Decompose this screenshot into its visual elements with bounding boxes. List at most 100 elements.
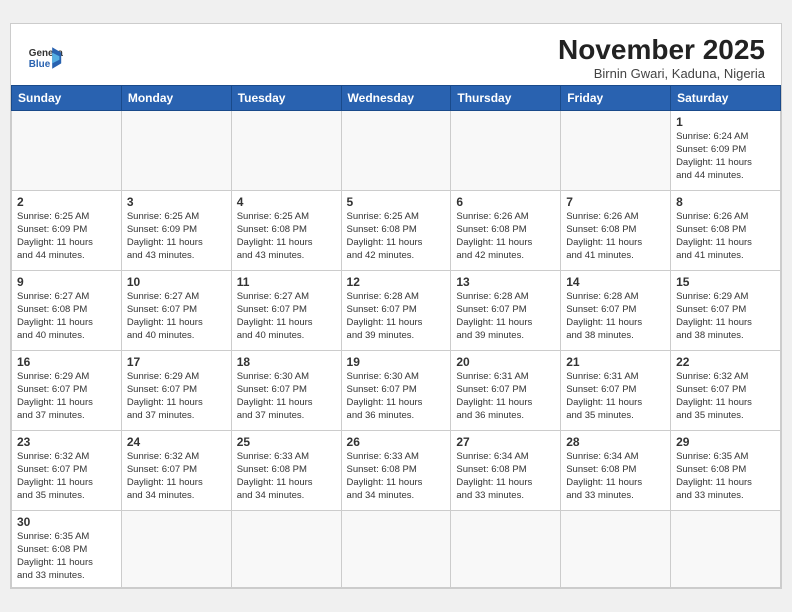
table-row: 10Sunrise: 6:27 AMSunset: 6:07 PMDayligh…	[121, 271, 231, 351]
day-info: Sunrise: 6:32 AMSunset: 6:07 PMDaylight:…	[127, 451, 226, 502]
calendar-row: 9Sunrise: 6:27 AMSunset: 6:08 PMDaylight…	[12, 271, 781, 351]
day-info: Sunrise: 6:26 AMSunset: 6:08 PMDaylight:…	[566, 211, 665, 262]
day-info: Sunrise: 6:35 AMSunset: 6:08 PMDaylight:…	[676, 451, 775, 502]
day-info: Sunrise: 6:25 AMSunset: 6:08 PMDaylight:…	[237, 211, 336, 262]
day-number: 13	[456, 275, 555, 289]
day-info: Sunrise: 6:27 AMSunset: 6:07 PMDaylight:…	[237, 291, 336, 342]
table-row	[451, 511, 561, 587]
header-tuesday: Tuesday	[231, 86, 341, 111]
day-number: 30	[17, 515, 116, 529]
table-row	[341, 511, 451, 587]
table-row: 27 Sunrise: 6:34 AMSunset: 6:08 PMDayligh…	[451, 431, 561, 511]
weekday-header-row: Sunday Monday Tuesday Wednesday Thursday…	[12, 86, 781, 111]
day-info: Sunrise: 6:25 AMSunset: 6:09 PMDaylight:…	[17, 211, 116, 262]
day-info: Sunrise: 6:33 AMSunset: 6:08 PMDaylight:…	[237, 451, 336, 502]
day-number: 4	[237, 195, 336, 209]
calendar-row: 30 Sunrise: 6:35 AMSunset: 6:08 PMDayligh…	[12, 511, 781, 587]
table-row	[231, 111, 341, 191]
calendar-container: General Blue November 2025 Birnin Gwari,…	[10, 23, 782, 588]
calendar-body: 1 Sunrise: 6:24 AMSunset: 6:09 PMDaylight…	[12, 111, 781, 587]
day-number: 26	[347, 435, 446, 449]
day-number: 16	[17, 355, 116, 369]
day-info: Sunrise: 6:28 AMSunset: 6:07 PMDaylight:…	[566, 291, 665, 342]
day-number: 1	[676, 115, 775, 129]
header-monday: Monday	[121, 86, 231, 111]
day-info: Sunrise: 6:30 AMSunset: 6:07 PMDaylight:…	[347, 371, 446, 422]
day-info: Sunrise: 6:26 AMSunset: 6:08 PMDaylight:…	[676, 211, 775, 262]
day-info: Sunrise: 6:31 AMSunset: 6:07 PMDaylight:…	[456, 371, 555, 422]
day-number: 22	[676, 355, 775, 369]
table-row: 3Sunrise: 6:25 AMSunset: 6:09 PMDaylight…	[121, 191, 231, 271]
day-info: Sunrise: 6:28 AMSunset: 6:07 PMDaylight:…	[347, 291, 446, 342]
day-number: 14	[566, 275, 665, 289]
day-info: Sunrise: 6:24 AMSunset: 6:09 PMDaylight:…	[676, 131, 775, 182]
table-row: 9Sunrise: 6:27 AMSunset: 6:08 PMDaylight…	[12, 271, 122, 351]
day-number: 15	[676, 275, 775, 289]
table-row: 18 Sunrise: 6:30 AMSunset: 6:07 PMDayligh…	[231, 351, 341, 431]
table-row	[561, 111, 671, 191]
table-row: 4 Sunrise: 6:25 AMSunset: 6:08 PMDaylight…	[231, 191, 341, 271]
table-row	[231, 511, 341, 587]
table-row: 19 Sunrise: 6:30 AMSunset: 6:07 PMDayligh…	[341, 351, 451, 431]
table-row	[671, 511, 781, 587]
calendar-row: 23 Sunrise: 6:32 AMSunset: 6:07 PMDayligh…	[12, 431, 781, 511]
table-row: 15 Sunrise: 6:29 AMSunset: 6:07 PMDayligh…	[671, 271, 781, 351]
day-info: Sunrise: 6:34 AMSunset: 6:08 PMDaylight:…	[566, 451, 665, 502]
day-number: 5	[347, 195, 446, 209]
day-info: Sunrise: 6:26 AMSunset: 6:08 PMDaylight:…	[456, 211, 555, 262]
table-row	[451, 111, 561, 191]
table-row	[341, 111, 451, 191]
table-row: 12Sunrise: 6:28 AMSunset: 6:07 PMDayligh…	[341, 271, 451, 351]
header-saturday: Saturday	[671, 86, 781, 111]
calendar-table: Sunday Monday Tuesday Wednesday Thursday…	[11, 85, 781, 587]
calendar-row: 1 Sunrise: 6:24 AMSunset: 6:09 PMDaylight…	[12, 111, 781, 191]
table-row	[12, 111, 122, 191]
day-number: 7	[566, 195, 665, 209]
day-info: Sunrise: 6:35 AMSunset: 6:08 PMDaylight:…	[17, 531, 116, 582]
table-row: 6 Sunrise: 6:26 AMSunset: 6:08 PMDaylight…	[451, 191, 561, 271]
day-number: 23	[17, 435, 116, 449]
day-info: Sunrise: 6:33 AMSunset: 6:08 PMDaylight:…	[347, 451, 446, 502]
calendar-row: 16 Sunrise: 6:29 AMSunset: 6:07 PMDayligh…	[12, 351, 781, 431]
table-row: 25Sunrise: 6:33 AMSunset: 6:08 PMDayligh…	[231, 431, 341, 511]
table-row: 1 Sunrise: 6:24 AMSunset: 6:09 PMDaylight…	[671, 111, 781, 191]
day-info: Sunrise: 6:32 AMSunset: 6:07 PMDaylight:…	[17, 451, 116, 502]
table-row: 17 Sunrise: 6:29 AMSunset: 6:07 PMDayligh…	[121, 351, 231, 431]
table-row: 21 Sunrise: 6:31 AMSunset: 6:07 PMDayligh…	[561, 351, 671, 431]
day-info: Sunrise: 6:29 AMSunset: 6:07 PMDaylight:…	[127, 371, 226, 422]
day-number: 18	[237, 355, 336, 369]
table-row	[121, 511, 231, 587]
calendar-header: General Blue November 2025 Birnin Gwari,…	[11, 24, 781, 85]
calendar-row: 2 Sunrise: 6:25 AMSunset: 6:09 PMDaylight…	[12, 191, 781, 271]
day-number: 21	[566, 355, 665, 369]
table-row: 13 Sunrise: 6:28 AMSunset: 6:07 PMDayligh…	[451, 271, 561, 351]
day-info: Sunrise: 6:29 AMSunset: 6:07 PMDaylight:…	[17, 371, 116, 422]
location: Birnin Gwari, Kaduna, Nigeria	[558, 66, 765, 81]
table-row: 11Sunrise: 6:27 AMSunset: 6:07 PMDayligh…	[231, 271, 341, 351]
table-row: 30 Sunrise: 6:35 AMSunset: 6:08 PMDayligh…	[12, 511, 122, 587]
table-row: 24Sunrise: 6:32 AMSunset: 6:07 PMDayligh…	[121, 431, 231, 511]
day-number: 19	[347, 355, 446, 369]
day-info: Sunrise: 6:31 AMSunset: 6:07 PMDaylight:…	[566, 371, 665, 422]
day-number: 2	[17, 195, 116, 209]
day-info: Sunrise: 6:29 AMSunset: 6:07 PMDaylight:…	[676, 291, 775, 342]
table-row: 8Sunrise: 6:26 AMSunset: 6:08 PMDaylight…	[671, 191, 781, 271]
table-row: 26 Sunrise: 6:33 AMSunset: 6:08 PMDayligh…	[341, 431, 451, 511]
header-wednesday: Wednesday	[341, 86, 451, 111]
day-number: 27	[456, 435, 555, 449]
day-info: Sunrise: 6:28 AMSunset: 6:07 PMDaylight:…	[456, 291, 555, 342]
day-number: 17	[127, 355, 226, 369]
table-row: 2 Sunrise: 6:25 AMSunset: 6:09 PMDaylight…	[12, 191, 122, 271]
day-info: Sunrise: 6:34 AMSunset: 6:08 PMDaylight:…	[456, 451, 555, 502]
title-section: November 2025 Birnin Gwari, Kaduna, Nige…	[558, 34, 765, 81]
table-row: 14 Sunrise: 6:28 AMSunset: 6:07 PMDayligh…	[561, 271, 671, 351]
day-number: 6	[456, 195, 555, 209]
table-row	[121, 111, 231, 191]
day-info: Sunrise: 6:25 AMSunset: 6:08 PMDaylight:…	[347, 211, 446, 262]
day-number: 3	[127, 195, 226, 209]
table-row: 22Sunrise: 6:32 AMSunset: 6:07 PMDayligh…	[671, 351, 781, 431]
logo-icon: General Blue	[27, 40, 63, 76]
day-info: Sunrise: 6:30 AMSunset: 6:07 PMDaylight:…	[237, 371, 336, 422]
header-thursday: Thursday	[451, 86, 561, 111]
table-row: 20Sunrise: 6:31 AMSunset: 6:07 PMDayligh…	[451, 351, 561, 431]
